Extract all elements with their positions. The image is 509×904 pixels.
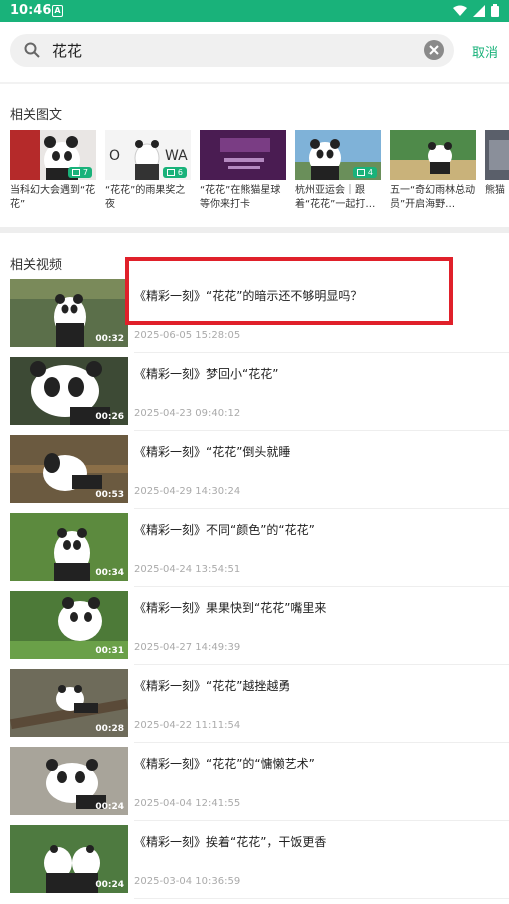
video-date: 2025-06-05 15:28:05: [134, 330, 241, 341]
articles-section-title: 相关图文: [10, 108, 63, 123]
search-query[interactable]: 花花: [52, 40, 82, 61]
video-list-item[interactable]: 00:31 《精彩一刻》果果快到“花花”嘴里来 2025-04-27 14:49…: [0, 587, 509, 665]
video-duration: 00:53: [95, 490, 124, 500]
notification-app-icon: A: [52, 5, 63, 17]
article-thumbnail: 7: [10, 130, 96, 180]
video-date: 2025-03-04 10:36:59: [134, 876, 241, 887]
article-caption: 杭州亚运会｜跟着“花花”一起打…: [295, 185, 376, 210]
video-thumbnail[interactable]: 00:53: [10, 435, 128, 503]
status-bar: 10:46 A: [0, 0, 509, 22]
article-card[interactable]: 熊猫｜大: [485, 130, 509, 212]
video-title[interactable]: 《精彩一刻》不同“颜色”的“花花”: [134, 521, 315, 538]
video-duration: 00:24: [95, 802, 124, 812]
video-list-item[interactable]: 00:34 《精彩一刻》不同“颜色”的“花花” 2025-04-24 13:54…: [0, 509, 509, 587]
article-card[interactable]: “花花”在熊猫星球等你来打卡: [200, 130, 286, 212]
divider: [0, 82, 509, 84]
video-thumbnail[interactable]: 00:24: [10, 825, 128, 893]
video-duration: 00:24: [95, 880, 124, 890]
article-card[interactable]: 7 当科幻大会遇到“花花”: [10, 130, 96, 212]
wifi-icon: [453, 5, 467, 16]
video-title[interactable]: 《精彩一刻》挨着“花花”，干饭更香: [134, 833, 326, 850]
video-list-item[interactable]: 00:24 《精彩一刻》挨着“花花”，干饭更香 2025-03-04 10:36…: [0, 821, 509, 899]
video-thumbnail[interactable]: 00:34: [10, 513, 128, 581]
close-icon: [429, 45, 439, 55]
video-title[interactable]: 《精彩一刻》“花花”的暗示还不够明显吗？: [134, 287, 362, 304]
article-caption: 五一“奇幻雨林总动员”开启海野…: [390, 185, 476, 210]
video-title[interactable]: 《精彩一刻》“花花”越挫越勇: [134, 677, 290, 694]
video-thumbnail[interactable]: 00:26: [10, 357, 128, 425]
search-bar: 花花 取消: [0, 22, 509, 82]
article-thumbnail: [200, 130, 286, 180]
cancel-button[interactable]: 取消: [472, 42, 498, 61]
section-divider: [0, 227, 509, 233]
video-thumbnail[interactable]: 00:24: [10, 747, 128, 815]
video-date: 2025-04-29 14:30:24: [134, 486, 241, 497]
row-divider: [134, 898, 509, 899]
article-thumbnail: [485, 130, 509, 180]
video-date: 2025-04-27 14:49:39: [134, 642, 241, 653]
article-card[interactable]: 4 杭州亚运会｜跟着“花花”一起打…: [295, 130, 381, 212]
article-caption: “花花”的雨果奖之夜: [105, 185, 186, 210]
image-icon: [71, 169, 80, 176]
video-date: 2025-04-22 11:11:54: [134, 720, 241, 731]
image-count-badge: 6: [162, 167, 187, 178]
video-title[interactable]: 《精彩一刻》“花花”的“慵懒艺术”: [134, 755, 315, 772]
image-count-badge: 7: [67, 167, 92, 178]
article-carousel[interactable]: 7 当科幻大会遇到“花花” O WA 6 “花花”的雨果奖之夜 “花花”在熊猫星…: [10, 130, 509, 220]
video-duration: 00:32: [95, 334, 124, 344]
video-title[interactable]: 《精彩一刻》“花花”倒头就睡: [134, 443, 290, 460]
image-count-badge: 4: [352, 167, 377, 178]
video-list-item[interactable]: 00:28 《精彩一刻》“花花”越挫越勇 2025-04-22 11:11:54: [0, 665, 509, 743]
video-thumbnail[interactable]: 00:31: [10, 591, 128, 659]
video-duration: 00:26: [95, 412, 124, 422]
battery-icon: [491, 4, 499, 17]
article-thumbnail: 4: [295, 130, 381, 180]
videos-section-title: 相关视频: [10, 258, 63, 273]
video-list-item[interactable]: 00:26 《精彩一刻》梦回小“花花” 2025-04-23 09:40:12: [0, 353, 509, 431]
search-input[interactable]: 花花: [10, 34, 454, 67]
video-duration: 00:31: [95, 646, 124, 656]
video-duration: 00:34: [95, 568, 124, 578]
signal-icon: [473, 4, 485, 17]
article-thumbnail: O WA 6: [105, 130, 191, 180]
video-title[interactable]: 《精彩一刻》果果快到“花花”嘴里来: [134, 599, 326, 616]
image-icon: [166, 169, 175, 176]
video-duration: 00:28: [95, 724, 124, 734]
svg-text:WA: WA: [165, 148, 188, 164]
article-caption: 熊猫｜大: [485, 185, 509, 196]
video-thumbnail[interactable]: 00:32: [10, 279, 128, 347]
article-thumbnail: [390, 130, 476, 180]
video-list-item[interactable]: 00:24 《精彩一刻》“花花”的“慵懒艺术” 2025-04-04 12:41…: [0, 743, 509, 821]
clear-search-button[interactable]: [424, 40, 444, 60]
video-date: 2025-04-04 12:41:55: [134, 798, 241, 809]
svg-text:O: O: [109, 148, 120, 164]
search-icon: [24, 42, 40, 58]
video-thumbnail[interactable]: 00:28: [10, 669, 128, 737]
status-time: 10:46: [10, 3, 52, 18]
video-list-item[interactable]: 00:53 《精彩一刻》“花花”倒头就睡 2025-04-29 14:30:24: [0, 431, 509, 509]
image-icon: [356, 169, 365, 176]
article-caption: 当科幻大会遇到“花花”: [10, 185, 96, 210]
article-caption: “花花”在熊猫星球等你来打卡: [200, 185, 281, 210]
article-card[interactable]: 五一“奇幻雨林总动员”开启海野…: [390, 130, 476, 212]
video-date: 2025-04-23 09:40:12: [134, 408, 241, 419]
video-date: 2025-04-24 13:54:51: [134, 564, 241, 575]
video-title[interactable]: 《精彩一刻》梦回小“花花”: [134, 365, 278, 382]
video-list-item[interactable]: 00:32 《精彩一刻》“花花”的暗示还不够明显吗？ 2025-06-05 15…: [0, 275, 509, 353]
article-card[interactable]: O WA 6 “花花”的雨果奖之夜: [105, 130, 191, 212]
